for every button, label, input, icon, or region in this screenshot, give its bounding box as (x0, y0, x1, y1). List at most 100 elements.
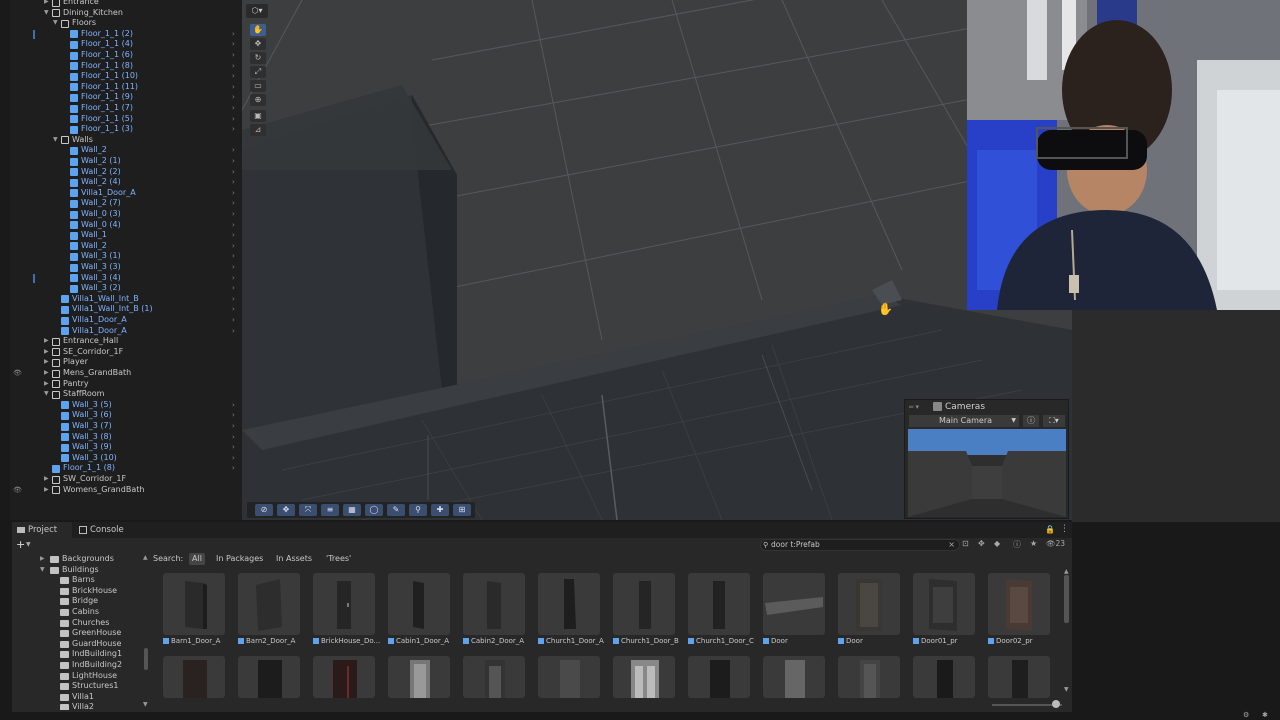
expand-arrow-icon[interactable]: ▶ (44, 474, 49, 485)
prefab-open-arrow-icon[interactable]: › (232, 29, 235, 40)
asset-item[interactable] (238, 656, 300, 698)
hierarchy-row[interactable]: Wall_2 (7) › (0, 198, 242, 209)
hierarchy-row[interactable]: Villa1_Door_A › (0, 188, 242, 199)
prefab-open-arrow-icon[interactable]: › (232, 251, 235, 262)
collapse-arrow-icon[interactable]: ▼ (53, 135, 58, 146)
prefab-open-arrow-icon[interactable]: › (232, 103, 235, 114)
prefab-open-arrow-icon[interactable]: › (232, 145, 235, 156)
camera-dropdown[interactable]: Main Camera ▼ (909, 415, 1019, 427)
orbit-icon[interactable]: ⊘ (255, 504, 273, 516)
tree-scrollbar-thumb[interactable] (144, 648, 148, 670)
asset-item[interactable]: Church1_Door_A (538, 573, 604, 651)
prefab-open-arrow-icon[interactable]: › (232, 400, 235, 411)
hierarchy-row[interactable]: Floor_1_1 (11) › (0, 82, 242, 93)
expand-arrow-icon[interactable]: ▶ (44, 357, 49, 368)
prefab-open-arrow-icon[interactable]: › (232, 177, 235, 188)
tree-scroll-up-icon[interactable]: ▲ (143, 554, 148, 561)
collapse-arrow-icon[interactable]: ▼ (44, 8, 49, 19)
asset-item[interactable]: Door (763, 573, 825, 651)
hierarchy-row[interactable]: ▼ StaffRoom (0, 389, 242, 400)
prefab-open-arrow-icon[interactable]: › (232, 432, 235, 443)
search-by-type-icon[interactable]: ⊡ (962, 539, 969, 548)
tab-console[interactable]: Console (74, 522, 144, 538)
folder-row[interactable]: Barns (12, 575, 142, 586)
asset-item[interactable] (463, 656, 525, 698)
prefab-open-arrow-icon[interactable]: › (232, 442, 235, 453)
hierarchy-row[interactable]: Floor_1_1 (2) › (0, 29, 242, 40)
prefab-open-arrow-icon[interactable]: › (232, 114, 235, 125)
hierarchy-row[interactable]: Floor_1_1 (7) › (0, 103, 242, 114)
prefab-open-arrow-icon[interactable]: › (232, 241, 235, 252)
asset-item[interactable]: Cabin1_Door_A (388, 573, 450, 651)
expand-arrow-icon[interactable]: ▶ (44, 485, 49, 496)
paint-icon[interactable]: ✎ (387, 504, 405, 516)
hierarchy-row[interactable]: Villa1_Door_A › (0, 326, 242, 337)
filter-all[interactable]: All (189, 553, 205, 565)
prefab-open-arrow-icon[interactable]: › (232, 124, 235, 135)
prefab-open-arrow-icon[interactable]: › (232, 188, 235, 199)
asset-item[interactable] (988, 656, 1050, 698)
lock-icon[interactable]: 🔒 (1045, 525, 1055, 534)
prefab-open-arrow-icon[interactable]: › (232, 156, 235, 167)
expand-arrow-icon[interactable]: ▶ (44, 336, 49, 347)
hierarchy-row[interactable]: Floor_1_1 (9) › (0, 92, 242, 103)
frame-icon[interactable]: ⊞ (453, 504, 471, 516)
prefab-open-arrow-icon[interactable]: › (232, 410, 235, 421)
filter-icon[interactable]: ◆ (994, 539, 1000, 548)
prefab-open-arrow-icon[interactable]: › (232, 39, 235, 50)
hierarchy-row[interactable]: Floor_1_1 (8) › (0, 463, 242, 474)
folder-row[interactable]: ▼ Buildings (12, 565, 142, 576)
asset-item[interactable] (388, 656, 450, 698)
thumbnail-size-handle[interactable] (1052, 700, 1060, 708)
hierarchy-row[interactable]: Wall_3 (10) › (0, 453, 242, 464)
prefab-open-arrow-icon[interactable]: › (232, 230, 235, 241)
prefab-open-arrow-icon[interactable]: › (232, 61, 235, 72)
asset-item[interactable] (613, 656, 675, 698)
search-icon[interactable]: ⚲ (409, 504, 427, 516)
folder-row[interactable]: GuardHouse (12, 639, 142, 650)
scale-icon[interactable]: ⤧ (299, 504, 317, 516)
sphere-icon[interactable]: ◯ (365, 504, 383, 516)
asset-item[interactable] (163, 656, 225, 698)
hierarchy-row[interactable]: Wall_3 (3) › (0, 262, 242, 273)
asset-item[interactable] (913, 656, 975, 698)
prefab-open-arrow-icon[interactable]: › (232, 453, 235, 464)
hierarchy-row[interactable]: Villa1_Wall_Int_B › (0, 294, 242, 305)
asset-item[interactable] (313, 656, 375, 698)
prefab-open-arrow-icon[interactable]: › (232, 71, 235, 82)
folder-row[interactable]: ▶ Backgrounds (12, 554, 142, 565)
hierarchy-row[interactable]: Wall_2 (2) › (0, 167, 242, 178)
asset-item[interactable]: Church1_Door_B (613, 573, 679, 651)
prefab-open-arrow-icon[interactable]: › (232, 92, 235, 103)
hierarchy-row[interactable]: ▼ Floors (0, 18, 242, 29)
scale-tool-button[interactable]: ⤢ (250, 66, 266, 78)
folder-row[interactable]: LightHouse (12, 671, 142, 682)
asset-item[interactable] (838, 656, 900, 698)
hierarchy-row[interactable]: ▶ SW_Corridor_1F (0, 474, 242, 485)
prefab-open-arrow-icon[interactable]: › (232, 262, 235, 273)
custom-tool-button[interactable]: ▣ (250, 110, 266, 122)
status-debug-icon[interactable]: ✱ (1262, 711, 1268, 719)
maximize-icon[interactable]: ⛶▾ (1043, 415, 1065, 427)
filter-in-assets[interactable]: In Assets (273, 553, 315, 565)
info-icon[interactable]: ⓘ (1013, 539, 1021, 550)
favorite-star-icon[interactable]: ★ (1030, 539, 1037, 548)
prefab-open-arrow-icon[interactable]: › (232, 421, 235, 432)
expand-arrow-icon[interactable]: ▶ (44, 347, 49, 358)
rotate-tool-button[interactable]: ↻ (250, 52, 266, 64)
visibility-icon[interactable]: 👁 (13, 368, 22, 379)
hierarchy-row[interactable]: Wall_2 (4) › (0, 177, 242, 188)
hand-tool-button[interactable]: ✋ (250, 24, 266, 36)
more-options-icon[interactable]: ⋮ (1060, 524, 1069, 534)
move-tool-button[interactable]: ✥ (250, 38, 266, 50)
hierarchy-row[interactable]: Villa1_Door_A › (0, 315, 242, 326)
asset-item[interactable] (538, 656, 600, 698)
asset-item[interactable] (688, 656, 750, 698)
asset-item[interactable]: Door01_pr (913, 573, 975, 651)
grid-scrollbar-thumb[interactable] (1064, 575, 1069, 623)
hierarchy-row[interactable]: Floor_1_1 (10) › (0, 71, 242, 82)
hierarchy-row[interactable]: 👁 ▶ Mens_GrandBath (0, 368, 242, 379)
hierarchy-row[interactable]: Wall_2 (1) › (0, 156, 242, 167)
add-button[interactable]: + (16, 538, 25, 551)
folder-row[interactable]: IndBuilding1 (12, 649, 142, 660)
